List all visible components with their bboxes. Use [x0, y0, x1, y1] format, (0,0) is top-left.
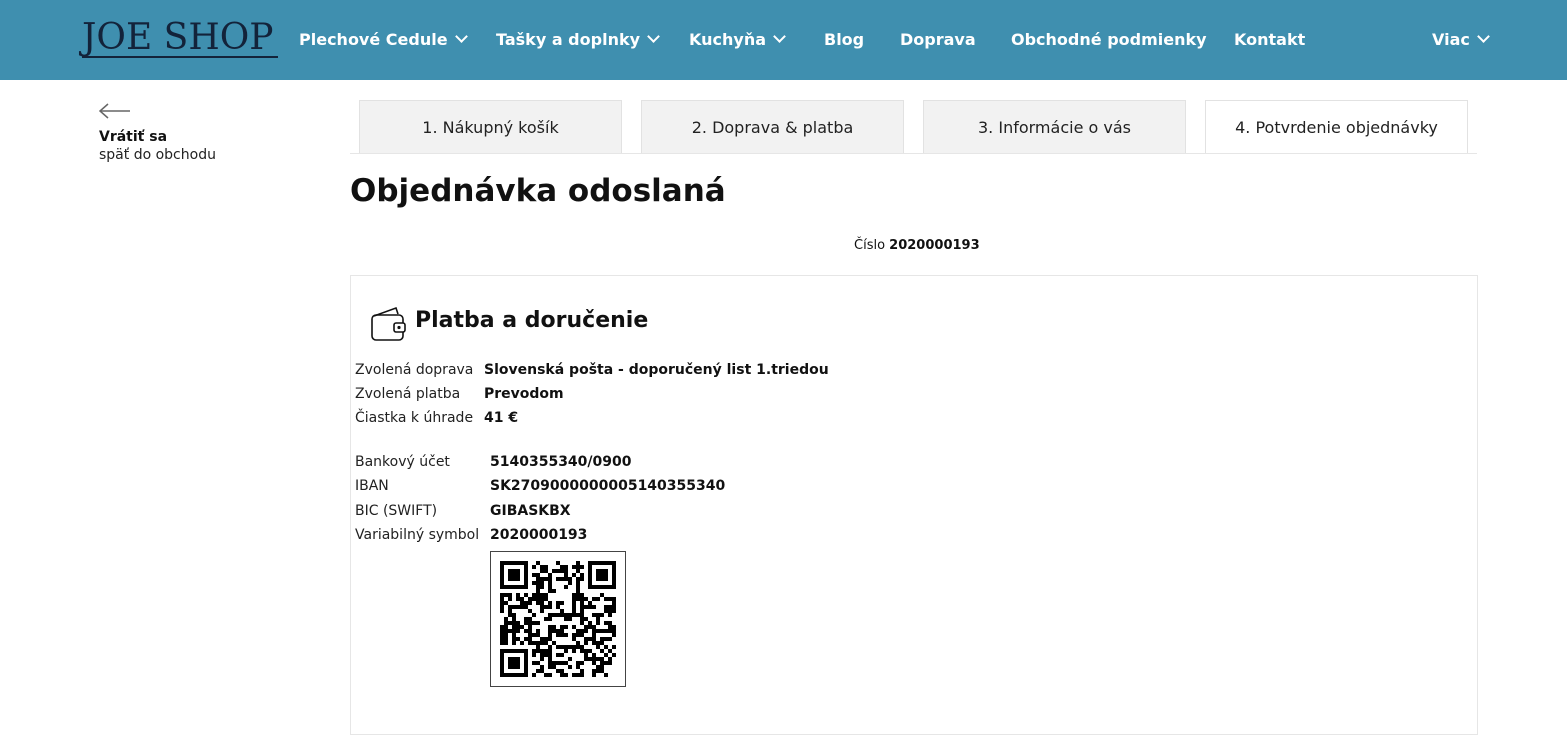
shipping-value: Slovenská pošta - doporučený list 1.trie… — [484, 362, 829, 378]
chevron-down-icon — [773, 30, 786, 43]
nav-item-viac[interactable]: Viac — [1432, 30, 1490, 49]
nav-item-obchodne-podmienky[interactable]: Obchodné podmienky — [1011, 30, 1207, 49]
section-title: Platba a doručenie — [415, 308, 649, 333]
chevron-down-icon — [1477, 30, 1490, 43]
step-tab-customer-info[interactable]: 3. Informácie o vás — [923, 100, 1186, 153]
variable-symbol-value: 2020000193 — [490, 527, 588, 543]
amount-value: 41 € — [484, 410, 519, 426]
payment-method-label: Zvolená platba — [355, 386, 461, 402]
back-to-shop-link[interactable]: Vrátiť sa späť do obchodu — [99, 103, 239, 163]
step-tab-shipping-payment[interactable]: 2. Doprava & platba — [641, 100, 904, 153]
nav-label: Tašky a doplnky — [496, 30, 641, 49]
wallet-icon — [371, 306, 406, 341]
logo-underline — [82, 56, 278, 58]
nav-item-blog[interactable]: Blog — [824, 30, 864, 49]
nav-label: Kuchyňa — [689, 30, 766, 49]
step-tab-order-confirmation[interactable]: 4. Potvrdenie objednávky — [1205, 100, 1468, 153]
order-number: Číslo 2020000193 — [854, 238, 980, 253]
nav-item-doprava[interactable]: Doprava — [900, 30, 976, 49]
tabs-divider — [350, 153, 1477, 154]
bic-value: GIBASKBX — [490, 503, 571, 519]
nav-item-plechove-cedule[interactable]: Plechové Cedule — [299, 30, 468, 49]
chevron-down-icon — [647, 30, 660, 43]
qr-code-graphic — [500, 561, 616, 677]
logo-text: JOE SHOP — [82, 17, 274, 58]
back-title: Vrátiť sa — [99, 129, 168, 145]
order-number-value: 2020000193 — [889, 238, 980, 253]
payment-method-value: Prevodom — [484, 386, 564, 402]
order-number-label: Číslo — [854, 238, 886, 253]
amount-label: Čiastka k úhrade — [355, 410, 474, 426]
iban-value: SK2709000000005140355340 — [490, 478, 726, 494]
back-subtitle: späť do obchodu — [99, 147, 216, 163]
variable-symbol-label: Variabilný symbol — [355, 527, 480, 543]
nav-label: Viac — [1432, 30, 1470, 49]
bic-label: BIC (SWIFT) — [355, 503, 438, 519]
joe-shop-logo[interactable]: JOE SHOP — [82, 18, 278, 60]
nav-label: Plechové Cedule — [299, 30, 448, 49]
nav-item-kontakt[interactable]: Kontakt — [1234, 30, 1305, 49]
top-nav-bar: JOE SHOP Plechové Cedule Tašky a doplnky… — [0, 0, 1567, 80]
nav-item-tasky-a-doplnky[interactable]: Tašky a doplnky — [496, 30, 660, 49]
payment-qr-code — [490, 551, 626, 687]
arrow-left-icon — [99, 103, 130, 119]
bank-account-label: Bankový účet — [355, 454, 450, 470]
chevron-down-icon — [454, 30, 468, 43]
nav-item-kuchyna[interactable]: Kuchyňa — [689, 30, 786, 49]
step-tab-cart[interactable]: 1. Nákupný košík — [359, 100, 622, 153]
iban-label: IBAN — [355, 478, 389, 494]
bank-account-value: 5140355340/0900 — [490, 454, 632, 470]
page-title: Objednávka odoslaná — [350, 173, 726, 209]
shipping-label: Zvolená doprava — [355, 362, 474, 378]
